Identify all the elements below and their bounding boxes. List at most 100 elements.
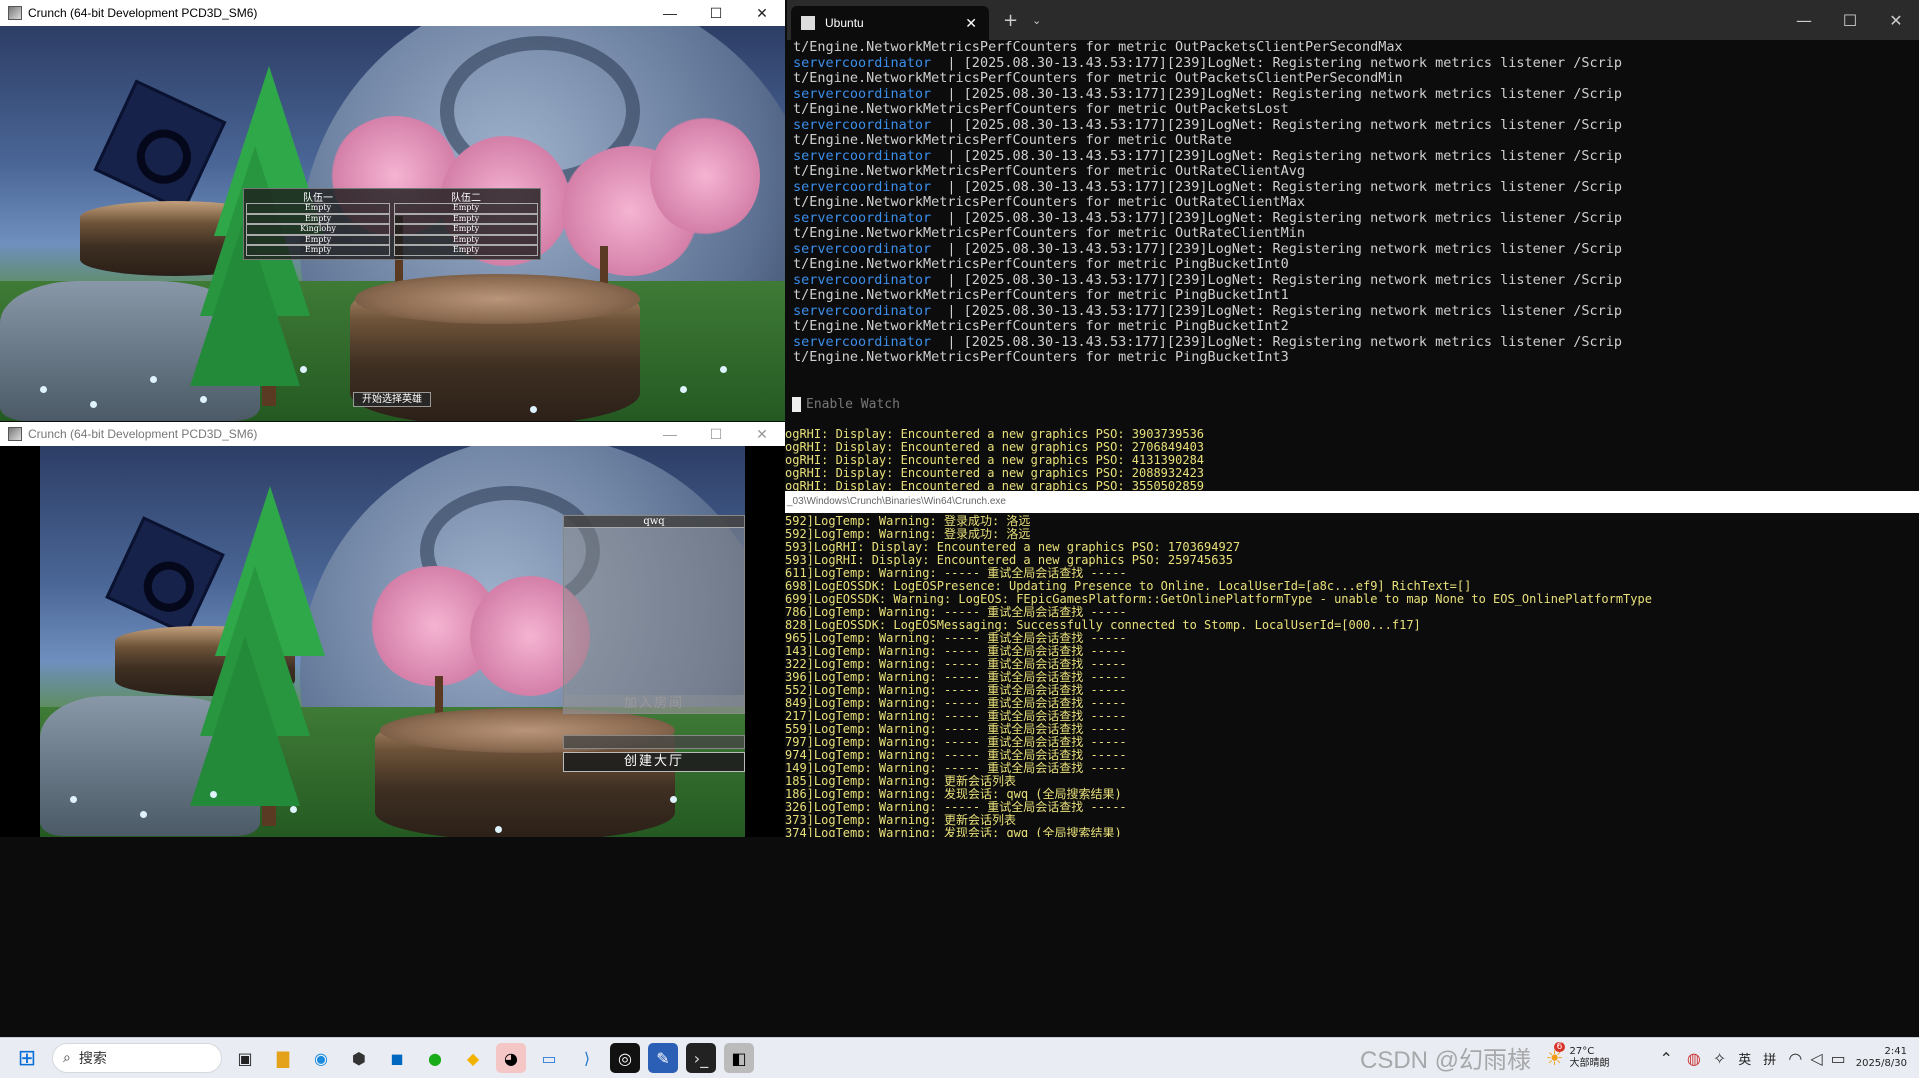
- start-hero-select-button[interactable]: 开始选择英雄: [353, 392, 431, 407]
- terminal-line: servercoordinator | [2025.08.30-13.43.53…: [793, 85, 1913, 103]
- enable-watch-hint: Enable Watch: [806, 397, 900, 412]
- minimize-icon[interactable]: —: [647, 426, 693, 442]
- antivirus-icon[interactable]: ◍: [1687, 1049, 1701, 1068]
- weather-temp: 27°C: [1569, 1046, 1595, 1057]
- crunch-game-icon[interactable]: ◧: [724, 1043, 754, 1073]
- maximize-icon[interactable]: ☐: [693, 5, 739, 22]
- tab-ubuntu[interactable]: Ubuntu ✕: [791, 6, 989, 40]
- search-icon: ⌕: [63, 1050, 71, 1066]
- close-icon[interactable]: ✕: [1873, 11, 1919, 30]
- volume-icon[interactable]: ◁: [1810, 1049, 1822, 1068]
- windows-start-icon[interactable]: ⊞: [12, 1043, 42, 1073]
- vscode-icon[interactable]: ⟩: [572, 1043, 602, 1073]
- team-slot[interactable]: Empty: [394, 234, 538, 246]
- editor-app-icon[interactable]: ✎: [648, 1043, 678, 1073]
- terminal-line: t/Engine.NetworkMetricsPerfCounters for …: [793, 194, 1913, 211]
- log-text: | [2025.08.30-13.43.53:177][239]LogNet: …: [931, 116, 1623, 133]
- log-text: t/Engine.NetworkMetricsPerfCounters for …: [793, 40, 1403, 55]
- window-title: Crunch (64-bit Development PCD3D_SM6): [28, 427, 258, 441]
- log-text: | [2025.08.30-13.43.53:177][239]LogNet: …: [931, 209, 1623, 226]
- minimize-icon[interactable]: —: [647, 5, 693, 21]
- team-slot[interactable]: Empty: [246, 213, 390, 225]
- log-line: 374]LogTemp: Warning: 发现会话: qwq (全局搜索结果): [785, 826, 1122, 838]
- terminal-line: t/Engine.NetworkMetricsPerfCounters for …: [793, 132, 1913, 149]
- terminal-line: servercoordinator | [2025.08.30-13.43.53…: [793, 116, 1913, 134]
- terminal-line: t/Engine.NetworkMetricsPerfCounters for …: [793, 163, 1913, 180]
- taskbar-search-box[interactable]: ⌕ 搜索: [52, 1043, 222, 1073]
- create-lobby-button[interactable]: 创建大厅: [563, 752, 745, 772]
- unity-icon[interactable]: ⬢: [344, 1043, 374, 1073]
- crunch-app-icon: [8, 6, 22, 20]
- chat-app-icon[interactable]: ◆: [458, 1043, 488, 1073]
- log-text: t/Engine.NetworkMetricsPerfCounters for …: [793, 194, 1306, 210]
- weather-widget[interactable]: ☀ 6 27°C 大部晴朗: [1546, 1042, 1610, 1070]
- edge-browser-icon[interactable]: ◉: [306, 1043, 336, 1073]
- chevron-down-icon[interactable]: ⌄: [1032, 14, 1041, 27]
- tab-label: Ubuntu: [825, 16, 864, 30]
- service-name: servercoordinator: [793, 54, 932, 71]
- close-icon[interactable]: ✕: [739, 426, 785, 443]
- log-text: t/Engine.NetworkMetricsPerfCounters for …: [793, 132, 1232, 148]
- team-slot[interactable]: Empty: [394, 203, 538, 214]
- clock-date: 2025/8/30: [1855, 1058, 1907, 1069]
- terminal-line: servercoordinator | [2025.08.30-13.43.53…: [793, 333, 1913, 351]
- terminal-line: t/Engine.NetworkMetricsPerfCounters for …: [793, 318, 1913, 335]
- service-name: servercoordinator: [793, 178, 932, 195]
- team-slot[interactable]: Empty: [394, 213, 538, 225]
- game-top-titlebar[interactable]: Crunch (64-bit Development PCD3D_SM6) — …: [0, 0, 785, 26]
- session-list-panel: qwq 加入房间: [563, 515, 745, 714]
- log-text: | [2025.08.30-13.43.53:177][239]LogNet: …: [931, 54, 1623, 71]
- log-text: | [2025.08.30-13.43.53:177][239]LogNet: …: [931, 333, 1623, 350]
- terminal-output[interactable]: t/Engine.NetworkMetricsPerfCounters for …: [787, 40, 1919, 422]
- file-explorer-icon[interactable]: ▇: [268, 1043, 298, 1073]
- task-view-icon[interactable]: ▣: [230, 1043, 260, 1073]
- ime-pinyin[interactable]: 拼: [1763, 1049, 1776, 1068]
- team-slot[interactable]: Empty: [394, 245, 538, 256]
- maximize-icon[interactable]: ☐: [1827, 11, 1873, 30]
- log-text: t/Engine.NetworkMetricsPerfCounters for …: [793, 70, 1403, 86]
- rhi-log-console[interactable]: ogRHI: Display: Encountered a new graphi…: [785, 422, 1919, 492]
- game-viewport-top[interactable]: 队伍一 队伍二 Empty Empty Empty Empty Kinglohy Em…: [0, 26, 785, 421]
- tab-close-icon[interactable]: ✕: [965, 15, 977, 32]
- terminal-icon[interactable]: ›_: [686, 1043, 716, 1073]
- session-item-qwq[interactable]: qwq: [564, 516, 744, 528]
- close-icon[interactable]: ✕: [739, 5, 785, 22]
- chevron-up-icon[interactable]: ⌃: [1660, 1049, 1673, 1068]
- terminal-line: t/Engine.NetworkMetricsPerfCounters for …: [793, 70, 1913, 87]
- new-tab-icon[interactable]: +: [1003, 10, 1018, 31]
- team-slot[interactable]: Empty: [246, 203, 390, 214]
- store-icon[interactable]: ◼: [382, 1043, 412, 1073]
- maximize-icon[interactable]: ☐: [693, 426, 739, 443]
- console-path-titlebar[interactable]: _03\Windows\Crunch\Binaries\Win64\Crunch…: [785, 491, 1919, 513]
- team-slot[interactable]: Empty: [246, 234, 390, 246]
- qq-icon[interactable]: ◕: [496, 1043, 526, 1073]
- git-client-icon[interactable]: ◎: [610, 1043, 640, 1073]
- bluetooth-icon[interactable]: ✧: [1713, 1049, 1726, 1068]
- terminal-line: t/Engine.NetworkMetricsPerfCounters for …: [793, 287, 1913, 304]
- join-room-button[interactable]: 加入房间: [564, 695, 744, 713]
- service-name: servercoordinator: [793, 302, 932, 319]
- service-name: servercoordinator: [793, 209, 932, 226]
- wifi-icon[interactable]: ◠: [1788, 1049, 1802, 1068]
- crunch-log-output[interactable]: 592]LogTemp: Warning: 登录成功: 洛远 592]LogTem…: [785, 514, 1919, 837]
- battery-icon[interactable]: ▭: [1831, 1049, 1846, 1068]
- ime-mode[interactable]: 英: [1738, 1049, 1751, 1068]
- wechat-icon[interactable]: ●: [420, 1043, 450, 1073]
- game-bottom-titlebar[interactable]: Crunch (64-bit Development PCD3D_SM6) — …: [0, 422, 785, 446]
- log-text: | [2025.08.30-13.43.53:177][239]LogNet: …: [931, 271, 1623, 288]
- monitor-app-icon[interactable]: ▭: [534, 1043, 564, 1073]
- terminal-line: t/Engine.NetworkMetricsPerfCounters for …: [793, 225, 1913, 242]
- log-text: t/Engine.NetworkMetricsPerfCounters for …: [793, 101, 1289, 117]
- terminal-line: t/Engine.NetworkMetricsPerfCounters for …: [793, 101, 1913, 118]
- team-slot[interactable]: Empty: [246, 245, 390, 256]
- minimize-icon[interactable]: —: [1781, 11, 1827, 30]
- log-text: | [2025.08.30-13.43.53:177][239]LogNet: …: [931, 85, 1623, 102]
- clock-time: 2:41: [1884, 1046, 1907, 1057]
- team-slot[interactable]: Empty: [394, 224, 538, 235]
- team-slot[interactable]: Kinglohy: [246, 224, 390, 235]
- terminal-line: t/Engine.NetworkMetricsPerfCounters for …: [793, 349, 1913, 366]
- lobby-name-input[interactable]: [563, 735, 745, 749]
- clock[interactable]: 2:41 2025/8/30: [1856, 1046, 1907, 1070]
- log-text: | [2025.08.30-13.43.53:177][239]LogNet: …: [931, 240, 1623, 257]
- terminal-line: servercoordinator | [2025.08.30-13.43.53…: [793, 209, 1913, 227]
